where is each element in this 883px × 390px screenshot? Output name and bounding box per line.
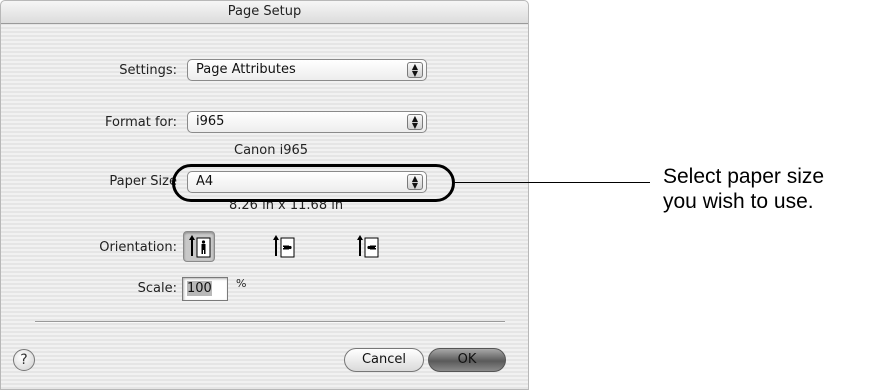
format-for-value: i965 [196,114,225,129]
reverse-landscape-icon [357,235,379,258]
landscape-icon [273,235,295,258]
scale-label: Scale: [137,281,177,296]
settings-value: Page Attributes [196,62,296,77]
dialog-title: Page Setup [227,4,302,19]
callout-line-2: you wish to use. [663,190,814,213]
help-button[interactable]: ? [13,349,35,371]
orientation-landscape-button[interactable] [267,231,299,262]
settings-popup[interactable]: Page Attributes ▲ ▼ [187,59,427,81]
paper-size-highlight [172,164,455,202]
divider [35,321,505,323]
scale-value: 100 [187,281,212,296]
format-for-popup[interactable]: i965 ▲ ▼ [187,111,427,133]
popup-arrows-icon: ▲ ▼ [407,114,423,130]
format-for-label: Format for: [105,115,177,130]
orientation-label: Orientation: [99,240,177,255]
portrait-icon [189,235,211,258]
settings-label: Settings: [119,63,177,78]
popup-arrows-icon: ▲ ▼ [407,62,423,78]
scale-unit: % [236,277,247,290]
orientation-portrait-button[interactable] [183,231,215,262]
callout-line [455,182,650,183]
callout-line-1: Select paper size [663,165,825,188]
callout-text: Select paper size you wish to use. [663,164,824,214]
paper-size-label: Paper Size [109,174,177,189]
printer-name: Canon i965 [234,143,309,158]
cancel-button[interactable]: Cancel [344,348,424,372]
scale-input[interactable]: 100 [182,277,228,301]
title-bar[interactable]: Page Setup [1,1,528,24]
help-icon: ? [20,352,28,368]
ok-button[interactable]: OK [428,348,506,372]
orientation-reverse-landscape-button[interactable] [351,231,383,262]
